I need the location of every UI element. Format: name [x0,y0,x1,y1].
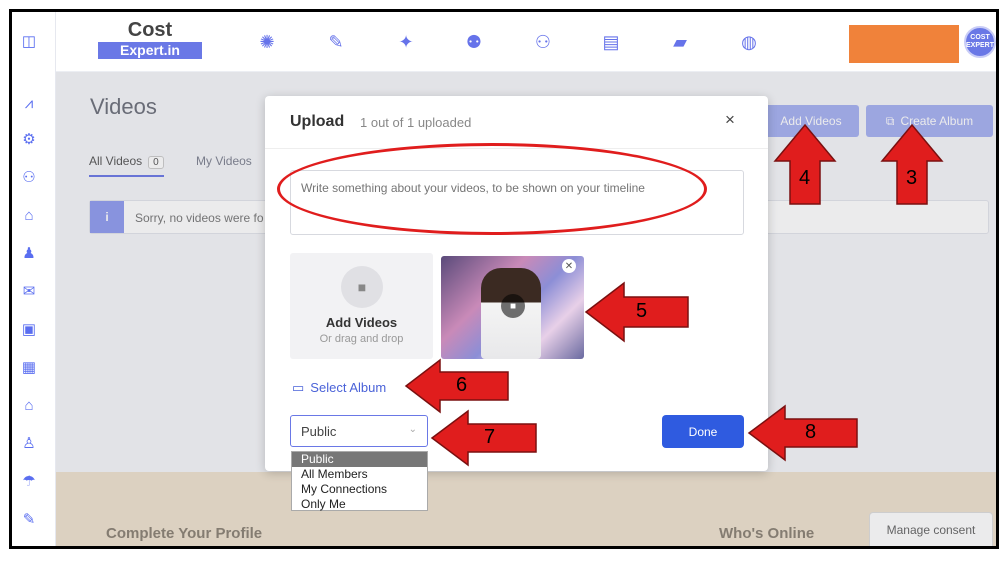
upload-progress-text: 1 out of 1 uploaded [360,115,472,130]
globe-icon[interactable]: ◍ [737,32,761,52]
site-logo[interactable]: Cost Expert.in [98,20,202,59]
annotation-label-3: 3 [906,167,918,189]
tools-icon[interactable]: ✎ [20,510,38,528]
privacy-selected-value: Public [301,424,337,439]
avatar[interactable]: COST EXPERT [964,26,996,58]
avatar-text: COST EXPERT [966,34,995,49]
team-icon[interactable]: ⚉ [462,32,486,52]
logo-line-1: Cost [127,19,173,41]
people-icon[interactable]: ⚇ [531,32,555,52]
video-play-icon: ■ [501,294,525,318]
select-album-label: Select Album [310,380,387,395]
annotation-arrow-7: 7 [430,409,538,467]
annotation-label-6: 6 [456,374,468,396]
calendar-icon[interactable]: ▦ [20,358,38,376]
annotation-label-4: 4 [799,167,811,189]
sidebar-toggle-icon[interactable]: ◫ [20,32,38,50]
annotation-ellipse [277,143,707,235]
logo-line-2: Expert.in [98,42,202,59]
annotation-arrow-5: 5 [584,281,690,343]
idea-icon[interactable]: ✦ [394,32,418,52]
property-icon[interactable]: ⌂ [20,396,38,414]
edit-icon[interactable]: ✎ [324,32,348,52]
modal-title: Upload [290,113,345,130]
privacy-option-my-connections[interactable]: My Connections [292,482,427,497]
redacted-user-name [849,25,959,63]
brain-icon[interactable]: ✺ [255,32,279,52]
annotation-label-8: 8 [805,421,817,443]
members-icon[interactable]: ⚇ [20,168,38,186]
privacy-option-all-members[interactable]: All Members [292,467,427,482]
annotation-arrow-8: 8 [747,404,859,462]
add-videos-dropzone[interactable]: ■ Add Videos Or drag and drop [290,253,433,359]
privacy-options-list: Public All Members My Connections Only M… [291,451,428,511]
network-icon[interactable]: ☂ [20,472,38,490]
presentation-icon[interactable]: ▤ [599,32,623,52]
privacy-option-public[interactable]: Public [292,452,427,467]
annotation-label-5: 5 [636,300,648,322]
annotation-arrow-4: 4 [773,123,837,206]
dropzone-title: Add Videos [325,315,398,330]
user-stats-icon[interactable]: ♙ [20,434,38,452]
uploaded-video-thumbnail[interactable]: ■ [441,256,584,359]
books-icon[interactable]: ▰ [668,32,692,52]
home-icon[interactable]: ⌂ [20,206,38,224]
annotation-label-7: 7 [484,426,496,448]
close-icon[interactable]: × [725,110,735,130]
jobs-icon[interactable]: ▣ [20,320,38,338]
annotation-arrow-3: 3 [880,123,944,206]
privacy-select[interactable]: Public ⌄ [290,415,428,447]
video-camera-icon: ■ [341,266,383,308]
left-rail: ◫ ⩘ ⚙ ⚇ ⌂ ♟ ✉ ▣ ▦ ⌂ ♙ ☂ ✎ [12,12,56,546]
remove-video-icon[interactable]: ✕ [562,259,576,273]
dropzone-subtitle: Or drag and drop [319,333,404,345]
privacy-option-only-me[interactable]: Only Me [292,497,427,512]
top-header: Cost Expert.in ✺ ✎ ✦ ⚉ ⚇ ▤ ▰ ◍ COST EXPE… [56,12,996,72]
select-album-link[interactable]: ▭ Select Album [292,380,386,396]
annotation-arrow-6: 6 [404,358,510,414]
done-button[interactable]: Done [662,415,744,448]
groups-icon[interactable]: ♟ [20,244,38,262]
screenshot-frame: ◫ ⩘ ⚙ ⚇ ⌂ ♟ ✉ ▣ ▦ ⌂ ♙ ☂ ✎ Cost Expert.in… [9,9,999,549]
profile-icon[interactable]: ⚙ [20,130,38,148]
folder-icon: ▭ [292,380,305,395]
messages-icon[interactable]: ✉ [20,282,38,300]
activity-icon[interactable]: ⩘ [20,94,38,112]
chevron-down-icon: ⌄ [408,424,417,435]
